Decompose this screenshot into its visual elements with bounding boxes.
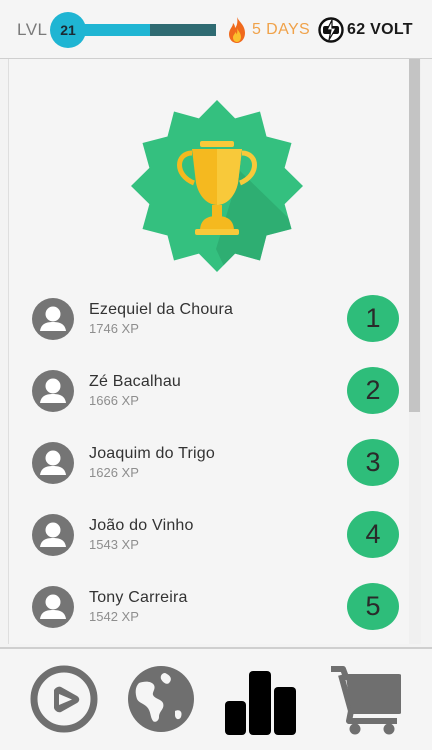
leaderboard-row[interactable]: Tony Carreira 1542 XP 5 bbox=[9, 577, 409, 637]
globe-icon[interactable] bbox=[125, 663, 197, 735]
leaderboard-icon[interactable] bbox=[225, 663, 297, 735]
player-xp: 1542 XP bbox=[89, 609, 139, 624]
leaderboard-row[interactable]: Zé Bacalhau 1666 XP 2 bbox=[9, 361, 409, 421]
rank-badge: 1 bbox=[347, 295, 399, 342]
leaderboard-panel[interactable]: Ezequiel da Choura 1746 XP 1 Zé Bacalhau 166… bbox=[8, 59, 421, 644]
rank-badge: 5 bbox=[347, 583, 399, 630]
leaderboard-row[interactable]: João do Vinho 1543 XP 4 bbox=[9, 505, 409, 565]
player-name: Joaquim do Trigo bbox=[89, 445, 215, 462]
player-xp: 1626 XP bbox=[89, 465, 139, 480]
level-badge[interactable]: 21 bbox=[50, 12, 86, 48]
bottom-nav bbox=[0, 647, 432, 750]
leaderboard-row[interactable]: Ezequiel da Choura 1746 XP 1 bbox=[9, 289, 409, 349]
scrollbar-track[interactable] bbox=[409, 59, 421, 644]
fire-icon bbox=[229, 17, 245, 43]
avatar-icon bbox=[32, 586, 74, 628]
player-name: Zé Bacalhau bbox=[89, 373, 182, 390]
streak-text: 5 DAYS bbox=[252, 21, 311, 38]
avatar-icon bbox=[32, 442, 74, 484]
player-xp: 1746 XP bbox=[89, 321, 139, 336]
player-name: João do Vinho bbox=[89, 517, 194, 534]
trophy-badge-icon bbox=[131, 100, 303, 272]
player-name: Tony Carreira bbox=[89, 589, 188, 606]
scrollbar-thumb[interactable] bbox=[409, 59, 420, 412]
top-bar: LVL 21 5 DAYS 62 VOLT bbox=[0, 0, 432, 59]
avatar-icon bbox=[32, 514, 74, 556]
rank-badge: 3 bbox=[347, 439, 399, 486]
player-xp: 1666 XP bbox=[89, 393, 139, 408]
avatar-icon bbox=[32, 370, 74, 412]
rank-badge: 2 bbox=[347, 367, 399, 414]
player-name: Ezequiel da Choura bbox=[89, 301, 234, 318]
player-xp: 1543 XP bbox=[89, 537, 139, 552]
volt-coin-icon bbox=[318, 17, 344, 43]
avatar-icon bbox=[32, 298, 74, 340]
rank-badge: 4 bbox=[347, 511, 399, 558]
volt-balance: 62 VOLT bbox=[347, 21, 413, 38]
play-icon[interactable] bbox=[28, 663, 100, 735]
xp-progress-bar bbox=[70, 24, 216, 36]
leaderboard-row[interactable]: Joaquim do Trigo 1626 XP 3 bbox=[9, 433, 409, 493]
cart-icon[interactable] bbox=[329, 663, 401, 735]
level-label: LVL bbox=[17, 20, 48, 39]
